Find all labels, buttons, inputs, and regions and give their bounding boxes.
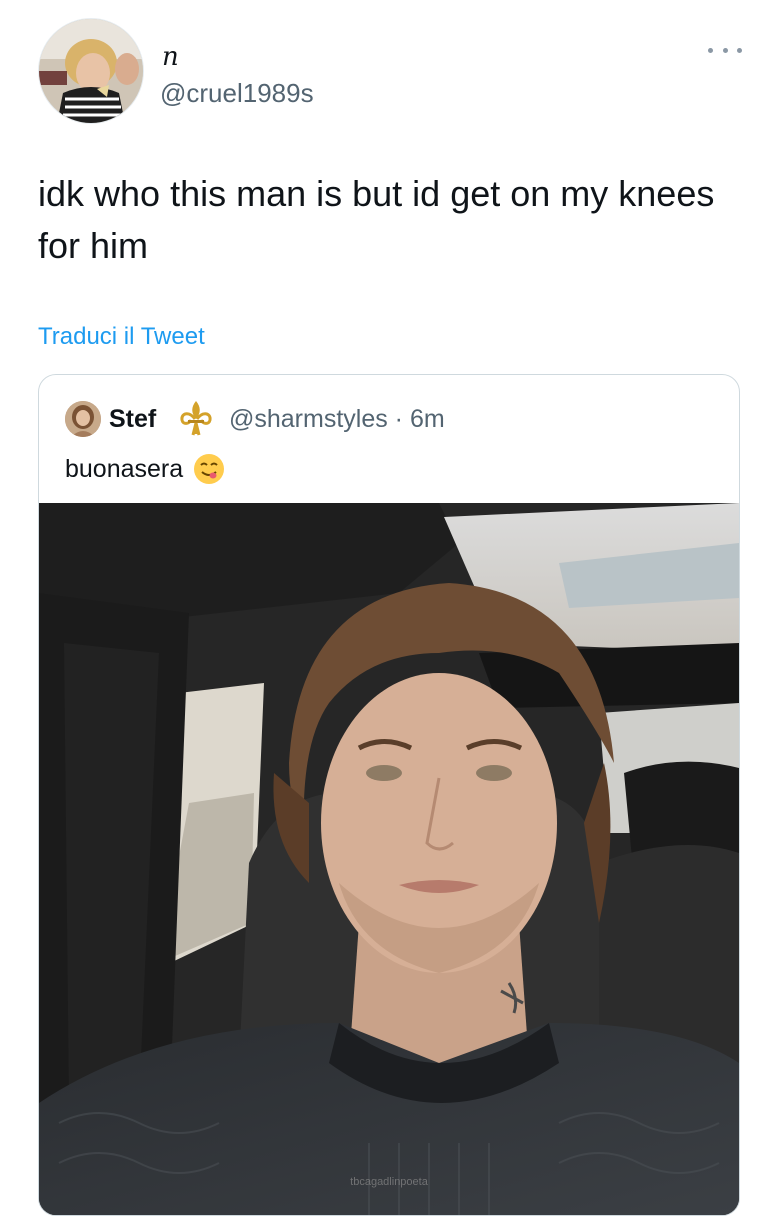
- quoted-tweet-video[interactable]: tbcagadlinpoeta: [39, 503, 739, 1215]
- fleur-de-lis-icon: [179, 399, 213, 437]
- author-handle[interactable]: @cruel1989s: [160, 78, 314, 109]
- quoted-avatar-image: [65, 401, 101, 437]
- quoted-text-label: buonasera: [65, 454, 184, 483]
- quoted-display-name[interactable]: Stef: [109, 405, 156, 434]
- quoted-tweet-card[interactable]: Stef @sharmstyles · 6m buonasera tbcagad…: [38, 374, 740, 1216]
- author-avatar-image: [39, 19, 143, 123]
- author-display-name[interactable]: n: [162, 44, 179, 70]
- quoted-author-avatar[interactable]: [65, 401, 101, 437]
- tweet-text: idk who this man is but id get on my kne…: [38, 173, 715, 266]
- tweet: n @cruel1989s idk who this man is but id…: [0, 0, 776, 1216]
- more-dot: [708, 47, 713, 53]
- author-avatar[interactable]: [38, 18, 144, 124]
- more-dot: [737, 47, 742, 53]
- translate-tweet-link[interactable]: Traduci il Tweet: [38, 323, 205, 351]
- video-frame-image: tbcagadlinpoeta: [39, 503, 739, 1215]
- quoted-handle-time[interactable]: @sharmstyles · 6m: [229, 405, 445, 434]
- more-options-icon[interactable]: [708, 40, 742, 60]
- more-dot: [722, 47, 728, 53]
- yum-face-emoji-icon: [193, 453, 225, 485]
- quoted-tweet-text: buonasera: [65, 453, 225, 485]
- video-watermark: tbcagadlinpoeta: [350, 1176, 429, 1188]
